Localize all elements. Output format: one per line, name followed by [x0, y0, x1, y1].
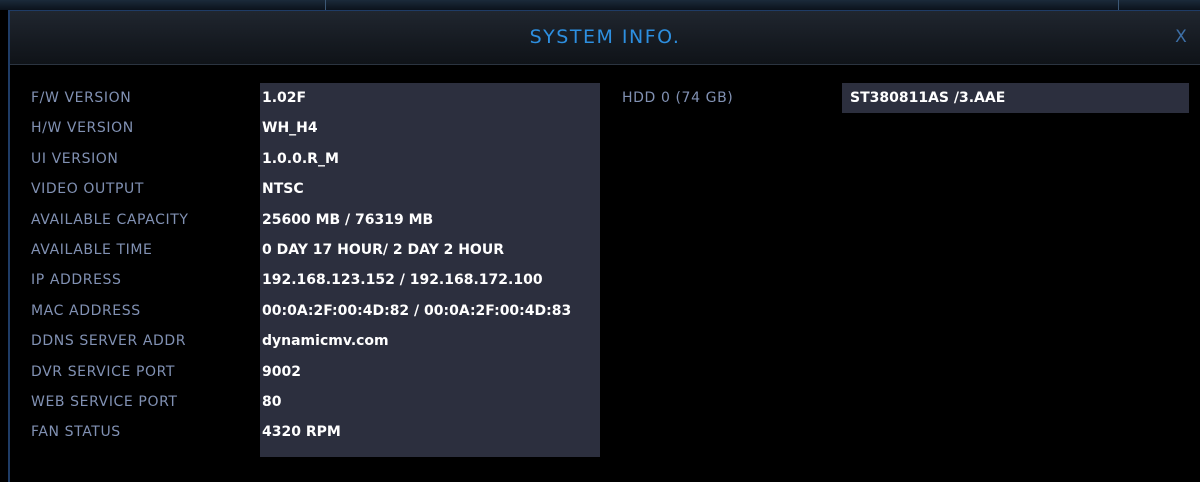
info-row: WEB SERVICE PORT 80	[10, 387, 610, 417]
info-row-value: dynamicmv.com	[262, 333, 389, 350]
hdd-label: HDD 0 (74 GB)	[622, 90, 734, 106]
info-row-value: NTSC	[262, 181, 304, 198]
info-row: F/W VERSION 1.02F	[10, 83, 610, 113]
strip-divider	[1118, 0, 1119, 10]
info-row-label: UI VERSION	[31, 150, 119, 167]
info-row: H/W VERSION WH_H4	[10, 113, 610, 143]
info-row-label: IP ADDRESS	[31, 272, 122, 289]
info-row: VIDEO OUTPUT NTSC	[10, 174, 610, 204]
info-row-label: DDNS SERVER ADDR	[31, 333, 187, 350]
info-row: IP ADDRESS 192.168.123.152 / 192.168.172.…	[10, 265, 610, 295]
dialog-title: SYSTEM INFO.	[529, 26, 681, 48]
info-row-label: WEB SERVICE PORT	[31, 394, 178, 410]
info-row-label: H/W VERSION	[31, 120, 134, 137]
info-row-value: 00:0A:2F:00:4D:82 / 00:0A:2F:00:4D:83	[262, 302, 572, 319]
info-row-value: 1.02F	[262, 90, 307, 106]
dialog-titlebar: SYSTEM INFO. X	[10, 11, 1200, 65]
info-row-label: AVAILABLE TIME	[31, 242, 153, 258]
info-row: FAN STATUS 4320 RPM	[10, 417, 610, 447]
info-row-value: WH_H4	[262, 120, 318, 137]
info-row-value: 4320 RPM	[262, 424, 341, 441]
info-row-label: F/W VERSION	[31, 90, 132, 106]
hdd-row: HDD 0 (74 GB) ST380811AS /3.AAE	[622, 83, 1192, 113]
system-info-dialog: SYSTEM INFO. X F/W VERSION 1.02F H/W VERSI…	[8, 10, 1200, 482]
info-row-value: 80	[262, 394, 282, 410]
info-row-value: 25600 MB / 76319 MB	[262, 211, 434, 228]
info-row: AVAILABLE TIME 0 DAY 17 HOUR/ 2 DAY 2 HOU…	[10, 235, 610, 265]
info-row: DDNS SERVER ADDR dynamicmv.com	[10, 326, 610, 356]
info-row: MAC ADDRESS 00:0A:2F:00:4D:82 / 00:0A:2F:…	[10, 296, 610, 326]
background-window-strip	[0, 0, 1200, 10]
info-row-value: 192.168.123.152 / 192.168.172.100	[262, 272, 543, 289]
info-row-label: DVR SERVICE PORT	[31, 363, 176, 380]
info-row: UI VERSION 1.0.0.R_M	[10, 144, 610, 174]
close-button[interactable]: X	[1168, 23, 1194, 51]
info-row: DVR SERVICE PORT 9002	[10, 357, 610, 387]
info-row-label: MAC ADDRESS	[31, 302, 141, 319]
info-row-label: VIDEO OUTPUT	[31, 181, 145, 198]
info-row-label: AVAILABLE CAPACITY	[31, 211, 189, 228]
info-row-label: FAN STATUS	[31, 424, 121, 441]
info-row-value: 0 DAY 17 HOUR/ 2 DAY 2 HOUR	[262, 242, 504, 258]
strip-divider	[325, 0, 326, 10]
hdd-model-value: ST380811AS /3.AAE	[850, 90, 1006, 106]
info-row: AVAILABLE CAPACITY 25600 MB / 76319 MB	[10, 205, 610, 235]
info-row-value: 9002	[262, 363, 301, 380]
info-row-value: 1.0.0.R_M	[262, 150, 339, 167]
